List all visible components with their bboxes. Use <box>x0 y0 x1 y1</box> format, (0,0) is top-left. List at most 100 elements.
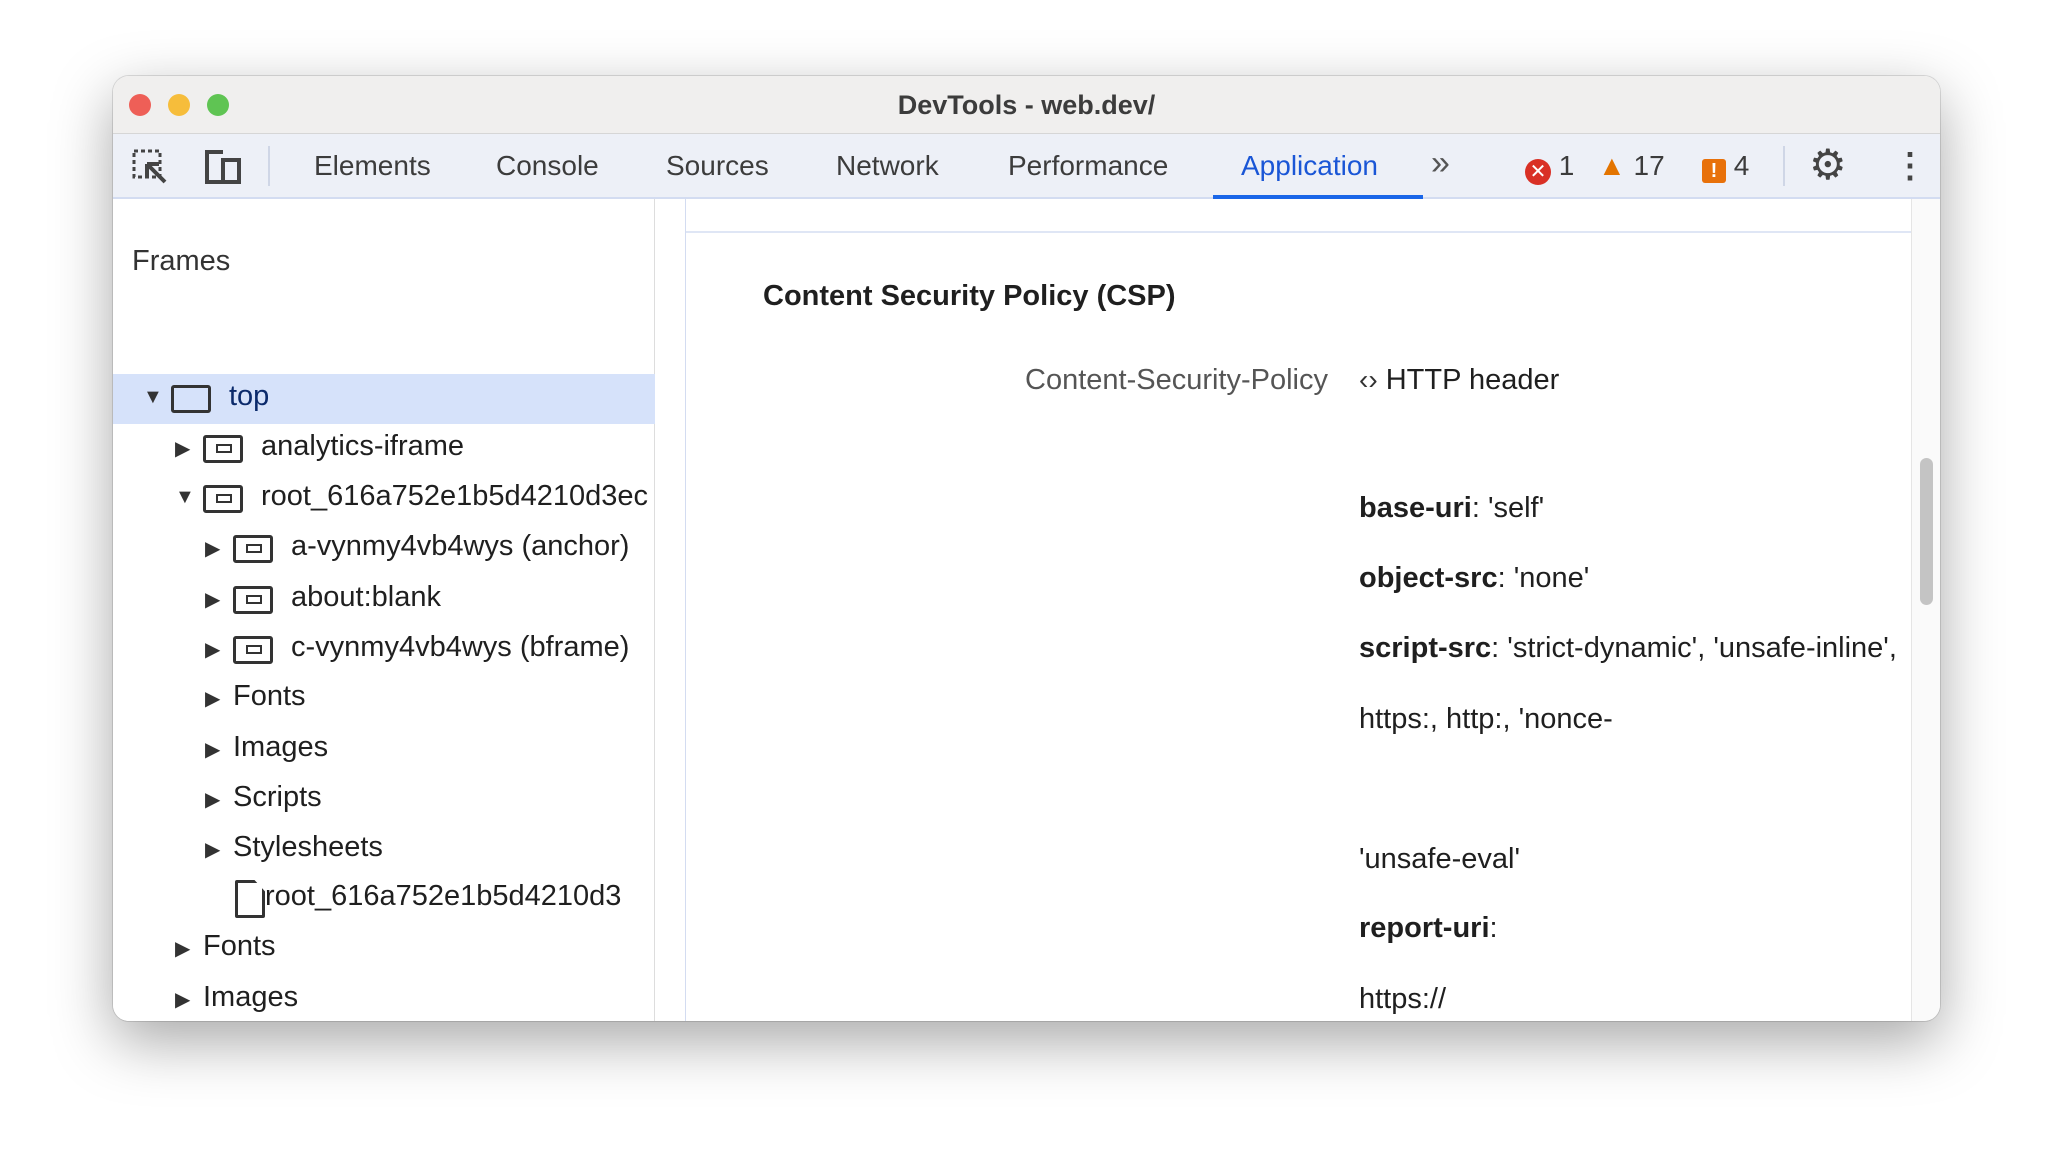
warning-icon: ▲ <box>1598 150 1626 181</box>
tree-item-label: Fonts <box>203 930 276 962</box>
csp-directive: script-src: 'strict-dynamic', 'unsafe-in… <box>1359 632 1897 665</box>
csp-directive: 'unsafe-eval' <box>1359 843 1520 876</box>
csp-label: Content-Security-Policy <box>1025 364 1328 396</box>
tree-item-label: root_616a752e1b5d4210d3 <box>265 880 622 912</box>
expand-arrow-icon[interactable]: ▶ <box>205 837 220 862</box>
tree-item[interactable]: ▶ Fonts <box>113 674 655 724</box>
code-icon: ‹› <box>1359 364 1378 395</box>
frame-icon <box>203 485 243 513</box>
frame-icon <box>233 636 273 664</box>
frame-icon <box>203 435 243 463</box>
frame-icon <box>233 586 273 614</box>
tree-item[interactable]: ▶ Images <box>113 975 655 1021</box>
tree-item-label: a-vynmy4vb4wys (anchor) <box>291 530 630 562</box>
divider <box>268 146 270 186</box>
tree-item-label: Images <box>203 981 299 1013</box>
directive-value: : 'self' <box>1471 492 1545 524</box>
expand-arrow-icon[interactable]: ▶ <box>175 936 190 961</box>
directive-value: : 'none' <box>1497 562 1590 594</box>
directive-value: 'unsafe-eval' <box>1359 843 1521 875</box>
frames-tree-panel: Frames ▼ top ▶ analytics-iframe ▼ root_616a75… <box>113 199 678 1021</box>
frame-icon <box>233 535 273 563</box>
expand-arrow-icon[interactable]: ▶ <box>205 737 220 762</box>
expand-arrow-icon[interactable]: ▶ <box>205 536 220 561</box>
tree-item[interactable]: ▶ Scripts <box>113 775 655 825</box>
issue-icon: ! <box>1702 159 1726 183</box>
expand-arrow-icon[interactable]: ▶ <box>205 587 220 612</box>
expand-arrow-icon[interactable]: ▶ <box>205 787 220 812</box>
file-icon <box>235 880 265 918</box>
tree-item[interactable]: ▶ a-vynmy4vb4wys (anchor) <box>113 524 655 574</box>
window-title: DevTools - web.dev/ <box>897 90 1156 120</box>
main-scrollbar-track <box>1911 199 1940 1021</box>
warning-count: 17 <box>1633 150 1665 181</box>
title-bar: DevTools - web.dev/ <box>113 76 1940 134</box>
main-vertical-scrollbar[interactable] <box>1920 458 1933 605</box>
devtools-window: DevTools - web.dev/ Elements Console Sou… <box>113 76 1940 1021</box>
csp-directive: https:// <box>1359 983 1446 1016</box>
divider <box>1783 146 1785 186</box>
expand-arrow-icon[interactable]: ▶ <box>205 686 220 711</box>
csp-directive: report-uri: <box>1359 912 1498 945</box>
directive-value: https:, http:, 'nonce- <box>1359 703 1613 735</box>
csp-section-title: Content Security Policy (CSP) <box>763 280 1176 312</box>
collapse-arrow-icon[interactable]: ▼ <box>143 386 163 409</box>
csp-directive: https:, http:, 'nonce- <box>1359 703 1613 736</box>
tree-item-label: top <box>229 380 270 412</box>
tree-item[interactable]: ▶ c-vynmy4vb4wys (bframe) <box>113 625 655 675</box>
tree-item-label: Scripts <box>233 781 322 813</box>
tree-item-label: Images <box>233 731 329 763</box>
tree-item[interactable]: ▼ root_616a752e1b5d4210d3ec <box>113 474 655 524</box>
directive-name: report-uri <box>1359 912 1490 944</box>
more-tabs-button[interactable]: » <box>1431 144 1450 183</box>
tree-item-label: Stylesheets <box>233 831 383 863</box>
collapse-arrow-icon[interactable]: ▼ <box>175 486 195 509</box>
csp-source-text: HTTP header <box>1385 364 1560 396</box>
divider <box>686 231 1911 233</box>
error-counter[interactable]: ✕ 1 <box>1525 150 1574 185</box>
directive-value: https:// <box>1359 983 1447 1015</box>
tab-elements[interactable]: Elements <box>314 150 431 182</box>
frame-details-panel: Content Security Policy (CSP) Content-Se… <box>686 199 1911 1021</box>
error-count: 1 <box>1558 150 1575 181</box>
tree-item[interactable]: root_616a752e1b5d4210d3 <box>113 874 655 924</box>
tab-sources[interactable]: Sources <box>666 150 769 182</box>
issues-counter[interactable]: ! 4 <box>1702 150 1749 183</box>
tree-item[interactable]: ▶ Stylesheets <box>113 825 655 875</box>
tree-item-label: Fonts <box>233 680 306 712</box>
tab-application[interactable]: Application <box>1241 150 1378 182</box>
directive-value: : <box>1489 912 1498 944</box>
csp-directive: base-uri: 'self' <box>1359 492 1544 525</box>
tab-network[interactable]: Network <box>836 150 939 182</box>
more-options-kebab-icon[interactable]: ⋮ <box>1893 146 1927 186</box>
panel-splitter[interactable] <box>655 199 686 1021</box>
expand-arrow-icon[interactable]: ▶ <box>175 436 190 461</box>
tree-item[interactable]: ▶ Images <box>113 725 655 775</box>
main-toolbar: Elements Console Sources Network Perform… <box>113 134 1940 199</box>
tree-item[interactable]: ▶ analytics-iframe <box>113 424 655 474</box>
tree-item[interactable]: ▼ top <box>113 374 655 424</box>
directive-name: object-src <box>1359 562 1498 594</box>
issue-count: 4 <box>1733 150 1750 181</box>
tree-item[interactable]: ▶ Fonts <box>113 924 655 974</box>
directive-name: base-uri <box>1359 492 1472 524</box>
tree-item-label: analytics-iframe <box>261 430 465 462</box>
settings-gear-icon[interactable]: ⚙ <box>1809 140 1847 189</box>
expand-arrow-icon[interactable]: ▶ <box>205 637 220 662</box>
tree-item[interactable]: ▶ about:blank <box>113 575 655 625</box>
csp-source: ‹› HTTP header <box>1359 364 1559 397</box>
tree-item-label: root_616a752e1b5d4210d3ec <box>261 480 649 512</box>
error-icon: ✕ <box>1525 159 1551 185</box>
device-toolbar-icon[interactable] <box>201 148 243 186</box>
tab-performance[interactable]: Performance <box>1008 150 1168 182</box>
tree-item-label: c-vynmy4vb4wys (bframe) <box>291 631 630 663</box>
expand-arrow-icon[interactable]: ▶ <box>175 987 190 1012</box>
frames-heading: Frames <box>132 245 231 277</box>
csp-directive: object-src: 'none' <box>1359 562 1589 595</box>
directive-name: script-src <box>1359 632 1492 664</box>
directive-value: : 'strict-dynamic', 'unsafe-inline', <box>1491 632 1897 664</box>
inspect-element-icon[interactable] <box>131 148 169 186</box>
tab-console[interactable]: Console <box>496 150 599 182</box>
window-icon <box>171 385 211 413</box>
warning-counter[interactable]: ▲ 17 <box>1598 150 1665 182</box>
